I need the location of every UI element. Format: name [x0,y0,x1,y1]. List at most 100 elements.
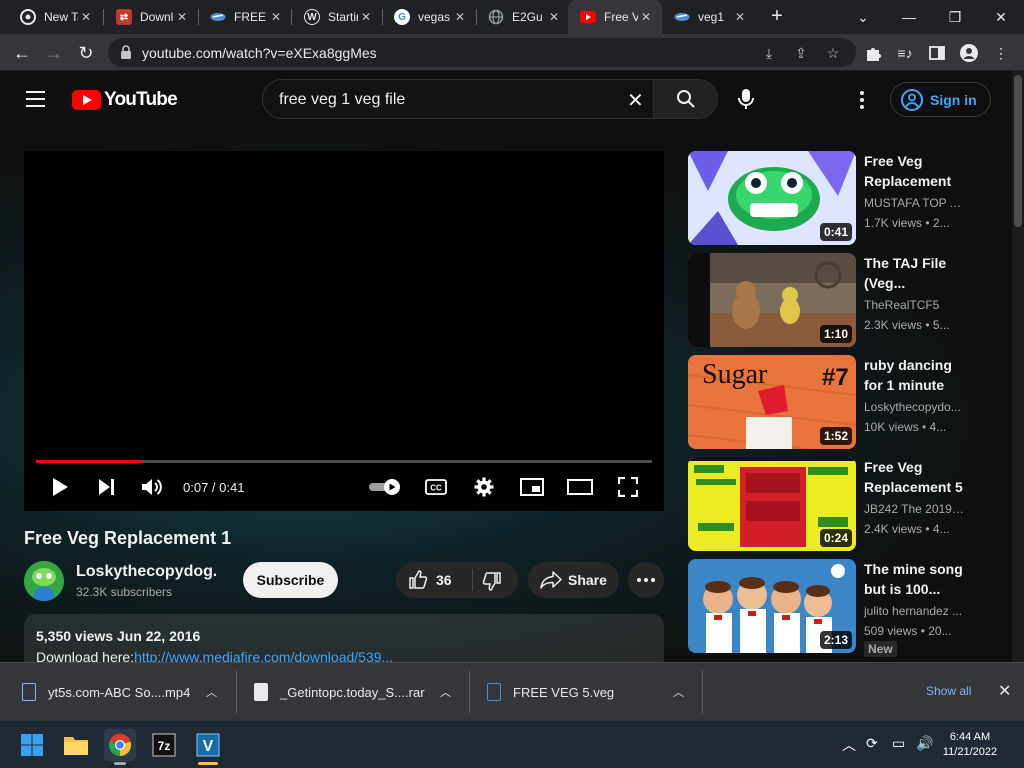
recommended-title[interactable]: The TAJ File (Veg... [864,253,968,293]
close-icon[interactable]: ✕ [78,10,94,24]
tab-vegas[interactable]: G vegas ✕ [382,0,476,34]
play-button[interactable] [46,475,74,499]
chrome-menu-icon[interactable]: ⋮ [990,42,1012,64]
chevron-up-icon[interactable]: ︿ [842,735,856,755]
show-all-downloads-link[interactable]: Show all [926,684,971,698]
new-tab-button[interactable]: + [766,5,788,27]
recommended-channel[interactable]: Loskythecopydo... [864,400,964,414]
theater-mode-button[interactable] [566,475,594,499]
reload-button[interactable]: ↻ [72,39,100,67]
sync-icon[interactable]: ⟳ [866,735,878,752]
bookmark-star-icon[interactable]: ☆ [824,44,842,62]
recommended-channel[interactable]: TheRealTCF5 [864,298,964,312]
video-player[interactable]: 0:07 / 0:41 CC [24,151,664,511]
extensions-icon[interactable] [862,42,884,64]
tab-downloads[interactable]: ⇄ Downloads ✕ [104,0,198,34]
recommended-video[interactable]: 2:13 The mine song but is 100... julito … [688,559,988,657]
tab-veg1[interactable]: veg1 ✕ [662,0,756,34]
download-item[interactable]: yt5s.com-ABC So....mp4 ︿ [22,663,228,721]
profile-icon[interactable] [958,42,980,64]
dislike-button[interactable] [482,571,502,596]
tab-e2gu[interactable]: E2Gu ✕ [476,0,570,34]
video-thumbnail[interactable]: 0:41 [688,151,856,245]
recommended-title[interactable]: Free Veg Replacement 5 [864,457,968,497]
close-icon[interactable]: ✕ [638,10,654,24]
volume-tray-icon[interactable]: 🔊 [916,735,933,752]
scrollbar-thumb[interactable] [1014,75,1022,227]
download-item[interactable]: FREE VEG 5.veg ︿ [487,663,693,721]
close-icon[interactable]: ✕ [546,10,562,24]
close-icon[interactable]: ✕ [452,10,468,24]
mute-button[interactable] [138,475,166,499]
close-icon[interactable]: ✕ [174,10,190,24]
7zip-icon[interactable]: 7z [148,729,180,761]
recommended-channel[interactable]: JB242 The 2019 ... [864,502,964,516]
recommended-title[interactable]: ruby dancing for 1 minute [864,355,968,395]
fullscreen-button[interactable] [614,475,642,499]
recommended-video[interactable]: Sugar #7 1:52 ruby dancing for 1 minute L… [688,355,988,449]
back-button[interactable]: ← [8,39,36,67]
sign-in-button[interactable]: Sign in [890,82,991,117]
windows-start-icon[interactable] [16,729,48,761]
settings-button[interactable] [470,475,498,499]
close-icon[interactable]: ✕ [732,10,748,24]
download-item[interactable]: _Getintopc.today_S....rar ︿ [254,663,460,721]
close-shelf-icon[interactable]: ✕ [998,681,1011,701]
side-panel-icon[interactable] [926,42,948,64]
forward-button[interactable]: → [40,39,68,67]
minimize-button[interactable]: — [886,0,932,34]
page-scrollbar[interactable] [1012,71,1024,662]
subscribe-button[interactable]: Subscribe [243,562,338,598]
address-bar[interactable]: youtube.com/watch?v=eXExa8ggMes ⤓ ⇪ ☆ [108,38,856,67]
progress-bar[interactable] [36,460,652,463]
menu-icon[interactable] [26,91,45,112]
more-actions-button[interactable] [628,562,664,598]
vegas-taskbar-icon[interactable]: V [192,729,224,765]
media-control-icon[interactable]: ≡♪ [894,42,916,64]
recommended-video[interactable]: 0:41 Free Veg Replacement MUSTAFA TOP A.… [688,151,988,245]
video-thumbnail[interactable]: 2:13 [688,559,856,653]
share-page-icon[interactable]: ⇪ [792,44,810,62]
video-thumbnail[interactable]: Sugar #7 1:52 [688,355,856,449]
recommended-title[interactable]: Free Veg Replacement [864,151,968,191]
tab-new-tab[interactable]: New Tab ✕ [8,0,102,34]
autoplay-toggle[interactable] [366,475,404,499]
chrome-taskbar-icon[interactable] [104,729,136,765]
miniplayer-button[interactable] [518,475,546,499]
close-icon[interactable]: ✕ [358,10,374,24]
settings-more-icon[interactable] [852,89,872,111]
recommended-title[interactable]: The mine song but is 100... [864,559,968,599]
restore-button[interactable]: ❐ [932,0,978,34]
like-button[interactable] [408,570,428,595]
video-thumbnail[interactable]: 1:10 [688,253,856,347]
recommended-video[interactable]: 0:24 Free Veg Replacement 5 JB242 The 20… [688,457,988,551]
close-window-button[interactable]: ✕ [978,0,1024,34]
search-button[interactable] [653,80,717,118]
file-explorer-icon[interactable] [60,729,92,761]
clear-search-icon[interactable]: ✕ [627,88,644,113]
description-box[interactable]: 5,350 views Jun 22, 2016 Download here:h… [24,614,664,662]
captions-button[interactable]: CC [422,475,450,499]
recommended-video[interactable]: 1:10 The TAJ File (Veg... TheRealTCF5 2.… [688,253,988,347]
chevron-up-icon[interactable]: ︿ [673,684,684,700]
search-input[interactable]: free veg 1 veg file [279,91,405,109]
close-icon[interactable]: ✕ [268,10,284,24]
recommended-channel[interactable]: julito hernandez ... [864,604,964,618]
video-thumbnail[interactable]: 0:24 [688,457,856,551]
description-link[interactable]: http://www.mediafire.com/download/539... [134,649,393,662]
install-icon[interactable]: ⤓ [760,44,778,62]
share-button[interactable]: Share [528,562,619,598]
system-clock[interactable]: 6:44 AM 11/21/2022 [938,730,1002,760]
tab-free-v-active[interactable]: Free V ✕ [568,0,662,34]
tab-search-icon[interactable]: ⌄ [840,0,886,34]
next-button[interactable] [92,475,120,499]
channel-avatar[interactable] [24,561,64,601]
network-icon[interactable]: ▭ [892,735,905,752]
recommended-channel[interactable]: MUSTAFA TOP A... [864,196,964,210]
voice-search-button[interactable] [728,81,764,117]
youtube-logo[interactable]: YouTube [72,89,178,111]
channel-name[interactable]: Loskythecopydog... [76,563,216,581]
chevron-up-icon[interactable]: ︿ [206,684,217,700]
chevron-up-icon[interactable]: ︿ [440,684,451,700]
tab-starting[interactable]: W Starting ✕ [292,0,382,34]
